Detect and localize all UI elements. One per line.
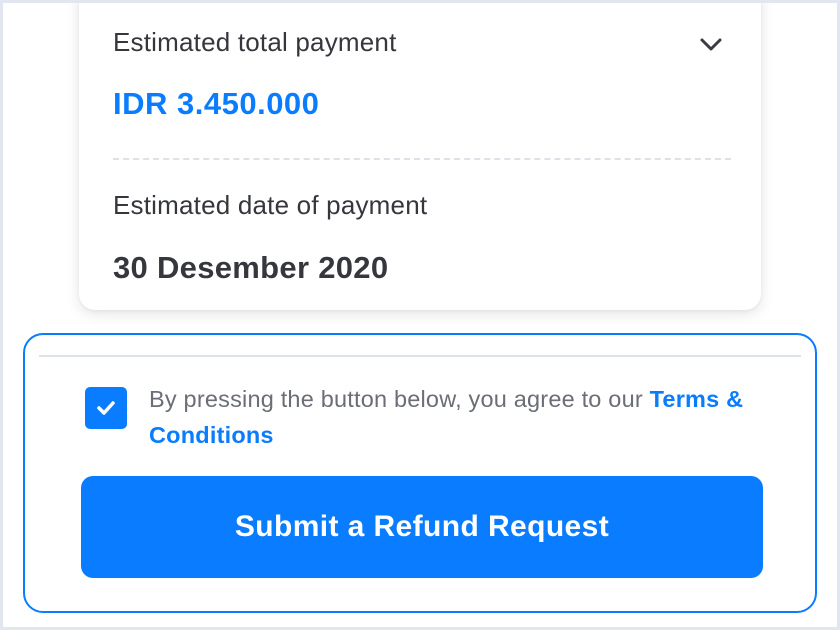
chevron-down-icon[interactable] <box>699 37 723 53</box>
agreement-text: By pressing the button below, you agree … <box>149 381 789 453</box>
submit-refund-button[interactable]: Submit a Refund Request <box>81 476 763 578</box>
payment-date-value: 30 Desember 2020 <box>113 250 389 285</box>
payment-date-label: Estimated date of payment <box>113 190 428 220</box>
section-divider <box>39 355 801 357</box>
total-payment-amount: IDR 3.450.000 <box>113 86 320 121</box>
page-frame: Estimated total payment IDR 3.450.000 Es… <box>3 3 837 627</box>
agreement-text-prefix: By pressing the button below, you agree … <box>149 386 650 412</box>
total-payment-label: Estimated total payment <box>113 27 397 57</box>
payment-summary-card: Estimated total payment IDR 3.450.000 Es… <box>79 3 761 310</box>
checkmark-icon <box>97 401 115 415</box>
dashed-divider <box>113 158 731 160</box>
agreement-section: By pressing the button below, you agree … <box>23 333 817 613</box>
agree-checkbox[interactable] <box>85 387 127 429</box>
